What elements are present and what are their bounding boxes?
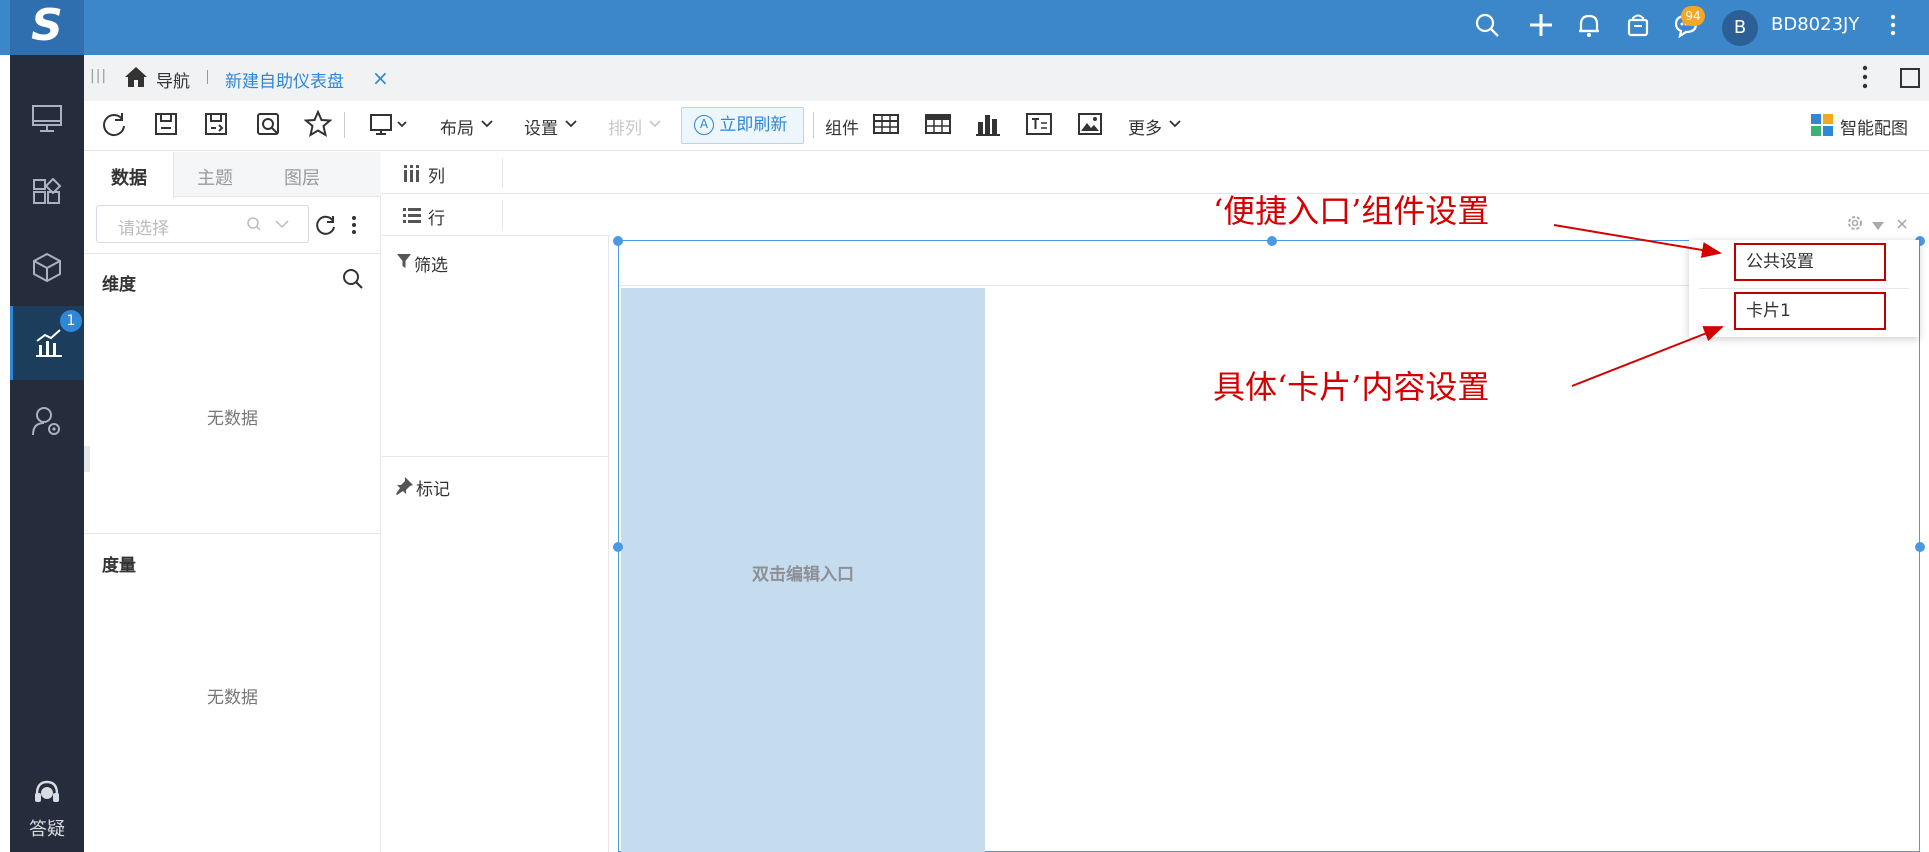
annotation-arrow-top [1553, 224, 1722, 258]
annotation-arrow-bottom [1571, 326, 1724, 387]
annotation-arrows [1553, 224, 1724, 387]
